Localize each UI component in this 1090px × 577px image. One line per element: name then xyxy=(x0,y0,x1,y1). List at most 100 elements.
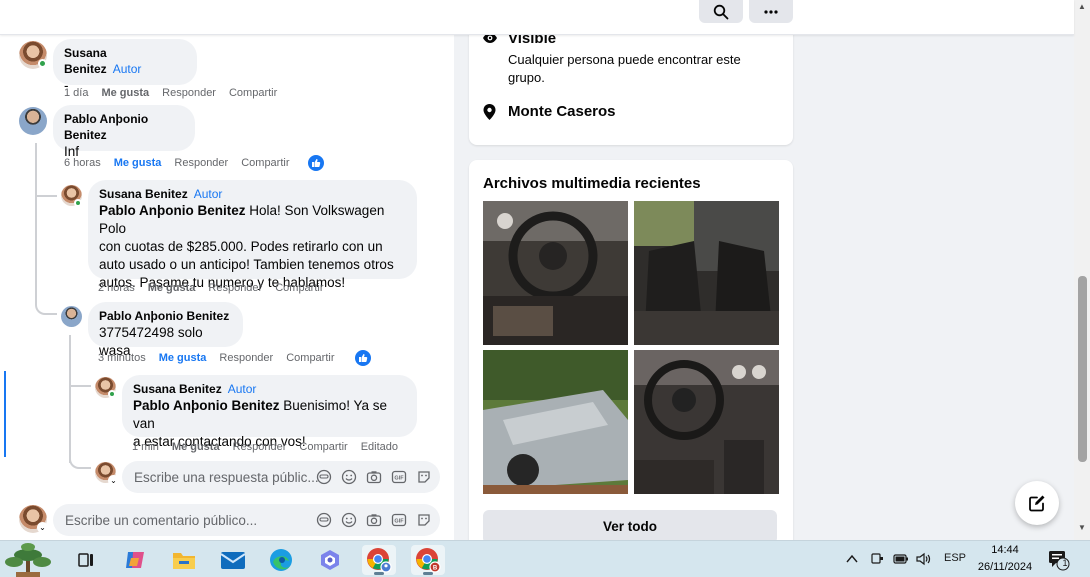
author-badge: Autor xyxy=(227,382,257,396)
avatar[interactable] xyxy=(19,107,47,135)
scroll-up-arrow-icon[interactable]: ▲ xyxy=(1077,2,1087,12)
comment-author[interactable]: Susana Benitez Autor xyxy=(133,381,405,397)
new-message-button[interactable] xyxy=(1015,481,1059,525)
sticker-icon[interactable] xyxy=(416,512,432,528)
comment-text: Pablo Anþonio Benitez Hola! Son Volkswag… xyxy=(99,203,394,290)
emoji-icon[interactable] xyxy=(341,469,357,485)
share-button[interactable]: Compartir xyxy=(229,87,277,99)
edge-icon[interactable] xyxy=(264,545,298,575)
like-reaction-badge[interactable] xyxy=(355,350,371,366)
author-badge: Autor xyxy=(112,62,142,76)
clock-date[interactable]: 26/11/2024 xyxy=(972,561,1038,573)
share-button[interactable]: Compartir xyxy=(275,282,323,294)
comment-time[interactable]: 3 minutos xyxy=(98,352,146,364)
share-button[interactable]: Compartir xyxy=(299,441,347,453)
comment-time[interactable]: 6 horas xyxy=(64,157,101,169)
comment-bubble: Pablo Anþonio Benitez 3775472498 solo wa… xyxy=(88,302,243,358)
media-thumbnail[interactable] xyxy=(483,350,628,494)
share-button[interactable]: Compartir xyxy=(241,157,289,169)
mention[interactable]: Pablo Anþonio Benitez xyxy=(99,203,246,218)
comment-placeholder: Escribe un comentario público... xyxy=(65,512,258,528)
comment-time[interactable]: 2 horas xyxy=(98,282,135,294)
media-thumbnail[interactable] xyxy=(634,350,779,494)
location-label[interactable]: Monte Caseros xyxy=(508,103,616,120)
like-button[interactable]: Me gusta xyxy=(101,87,149,99)
recent-media-card: Archivos multimedia recientes Ver todo xyxy=(469,160,793,555)
chevron-down-icon[interactable]: ⌄ xyxy=(37,522,48,533)
scroll-down-arrow-icon[interactable]: ▼ xyxy=(1077,523,1087,533)
svg-text:GIF: GIF xyxy=(394,519,404,525)
media-thumbnail[interactable] xyxy=(483,201,628,345)
thumbs-up-icon xyxy=(312,159,321,167)
avatar-sticker-icon[interactable] xyxy=(316,469,332,485)
gif-icon[interactable]: GIF xyxy=(391,512,407,528)
scrollbar-thumb[interactable] xyxy=(1078,276,1087,462)
avatar-sticker-icon[interactable] xyxy=(316,512,332,528)
volume-icon[interactable] xyxy=(916,552,932,566)
teams-icon[interactable] xyxy=(313,545,347,575)
thread-line xyxy=(35,143,37,303)
mention[interactable]: Pablo Anþonio Benitez xyxy=(133,398,280,413)
chrome-icon[interactable]: B xyxy=(411,545,445,575)
top-bar xyxy=(0,0,1074,35)
camera-icon[interactable] xyxy=(366,512,382,528)
comment-actions: 1 min Me gusta Responder Compartir Edita… xyxy=(132,441,398,453)
media-title: Archivos multimedia recientes xyxy=(483,175,701,192)
comment-author[interactable]: Susana Benitez Autor xyxy=(64,45,185,77)
mail-icon[interactable] xyxy=(216,545,250,575)
file-explorer-icon[interactable] xyxy=(167,545,201,575)
camera-icon[interactable] xyxy=(366,469,382,485)
svg-text:B: B xyxy=(433,566,438,572)
reply-button[interactable]: Responder xyxy=(174,157,228,169)
reply-button[interactable]: Responder xyxy=(233,441,287,453)
comment-bubble: Susana Benitez Autor Pablo Anþonio Benite… xyxy=(122,375,417,449)
comment-author[interactable]: Pablo Anþonio Benitez xyxy=(99,308,231,324)
thread-line xyxy=(69,385,91,387)
chevron-up-icon[interactable] xyxy=(846,554,858,564)
share-button[interactable]: Compartir xyxy=(286,352,334,364)
reply-button[interactable]: Responder xyxy=(162,87,216,99)
like-button[interactable]: Me gusta xyxy=(159,352,207,364)
like-reaction-badge[interactable] xyxy=(308,155,324,171)
network-icon[interactable] xyxy=(870,552,884,566)
reply-input[interactable]: Escribe una respuesta públic... GIF xyxy=(122,461,440,493)
comment-input[interactable]: Escribe un comentario público... GIF xyxy=(53,504,440,536)
sticker-icon[interactable] xyxy=(416,469,432,485)
edited-label[interactable]: Editado xyxy=(361,441,398,453)
reply-button[interactable]: Responder xyxy=(219,352,273,364)
more-options-button[interactable] xyxy=(749,0,793,23)
battery-icon[interactable] xyxy=(893,552,909,566)
comment-author[interactable]: Susana Benitez Autor xyxy=(99,186,405,202)
widgets-icon[interactable] xyxy=(0,541,56,577)
media-thumbnail[interactable] xyxy=(634,201,779,345)
search-button[interactable] xyxy=(699,0,743,23)
comment-time[interactable]: 1 min xyxy=(132,441,159,453)
active-comment-indicator xyxy=(4,371,6,457)
more-icon xyxy=(764,9,778,14)
comment-actions: 2 horas Me gusta Responder Compartir xyxy=(98,282,324,294)
reply-button[interactable]: Responder xyxy=(208,282,262,294)
like-button[interactable]: Me gusta xyxy=(114,157,162,169)
language-indicator[interactable]: ESP xyxy=(944,552,966,564)
task-view-icon[interactable] xyxy=(69,545,103,575)
compose-icon xyxy=(1029,495,1045,512)
see-all-button[interactable]: Ver todo xyxy=(483,510,777,544)
clock-time[interactable]: 14:44 xyxy=(976,544,1034,556)
thread-line xyxy=(35,301,57,315)
avatar[interactable] xyxy=(61,306,82,327)
chevron-down-icon[interactable]: ⌄ xyxy=(108,475,119,486)
page-scrollbar[interactable]: ▲ ▼ xyxy=(1074,0,1090,540)
comment-time[interactable]: 1 día xyxy=(64,87,88,99)
visibility-description: Cualquier persona puede encontrar este g… xyxy=(508,52,741,85)
like-button[interactable]: Me gusta xyxy=(172,441,220,453)
copilot-icon[interactable] xyxy=(118,545,152,575)
comment-bubble: Susana Benitez Autor - xyxy=(53,39,197,93)
emoji-icon[interactable] xyxy=(341,512,357,528)
like-button[interactable]: Me gusta xyxy=(148,282,196,294)
gif-icon[interactable]: GIF xyxy=(391,469,407,485)
comment-author[interactable]: Pablo Anþonio Benitez xyxy=(64,111,183,143)
online-indicator xyxy=(108,390,116,398)
comments-panel: Susana Benitez Autor - 1 día Me gusta Res… xyxy=(0,35,454,540)
comment-bubble: Pablo Anþonio Benitez Inf xyxy=(53,105,195,159)
chrome-profile-icon[interactable] xyxy=(362,545,396,575)
